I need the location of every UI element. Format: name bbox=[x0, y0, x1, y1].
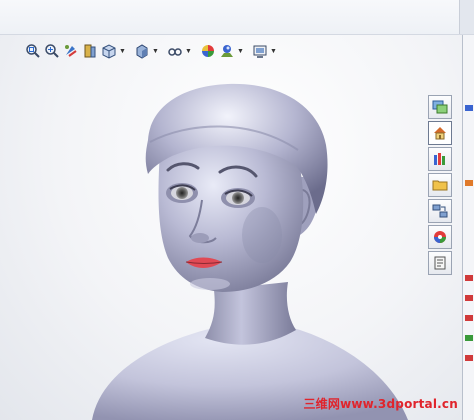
home-icon[interactable] bbox=[428, 121, 452, 145]
title-strip bbox=[0, 0, 474, 35]
zoom-to-fit-icon[interactable] bbox=[24, 41, 42, 61]
file-explorer-icon[interactable] bbox=[428, 173, 452, 197]
task-pane-edge bbox=[462, 35, 474, 420]
section-view-icon[interactable] bbox=[81, 41, 99, 61]
view-orientation-icon[interactable] bbox=[100, 41, 118, 61]
custom-properties-icon[interactable] bbox=[428, 251, 452, 275]
pane-item-icon bbox=[465, 315, 473, 321]
solidworks-resources-icon[interactable] bbox=[428, 95, 452, 119]
task-pane-tabs bbox=[428, 95, 454, 275]
head-model[interactable] bbox=[0, 35, 462, 420]
pane-item-icon bbox=[465, 105, 473, 111]
pane-item-icon bbox=[465, 355, 473, 361]
apply-scene-dropdown-icon[interactable]: ▼ bbox=[237, 41, 244, 61]
view-orientation-dropdown-icon[interactable]: ▼ bbox=[119, 41, 126, 61]
window-edge bbox=[459, 0, 474, 34]
pane-item-icon bbox=[465, 180, 473, 186]
edit-appearance-icon[interactable] bbox=[199, 41, 217, 61]
graphics-area[interactable] bbox=[0, 35, 462, 420]
watermark: 三维网www.3dportal.cn bbox=[303, 397, 458, 411]
apply-scene-icon[interactable] bbox=[218, 41, 236, 61]
appearances-icon[interactable] bbox=[428, 225, 452, 249]
view-settings-dropdown-icon[interactable]: ▼ bbox=[270, 41, 277, 61]
previous-view-icon[interactable] bbox=[62, 41, 80, 61]
hide-show-items-icon[interactable] bbox=[166, 41, 184, 61]
display-style-icon[interactable] bbox=[133, 41, 151, 61]
view-settings-icon[interactable] bbox=[251, 41, 269, 61]
pane-item-icon bbox=[465, 335, 473, 341]
pane-item-icon bbox=[465, 275, 473, 281]
pane-item-icon bbox=[465, 295, 473, 301]
display-style-dropdown-icon[interactable]: ▼ bbox=[152, 41, 159, 61]
zoom-to-area-icon[interactable] bbox=[43, 41, 61, 61]
view-palette-icon[interactable] bbox=[428, 199, 452, 223]
design-library-icon[interactable] bbox=[428, 147, 452, 171]
hide-show-items-dropdown-icon[interactable]: ▼ bbox=[185, 41, 192, 61]
heads-up-view-toolbar: ▼ ▼ ▼ ▼ ▼ bbox=[24, 40, 283, 62]
